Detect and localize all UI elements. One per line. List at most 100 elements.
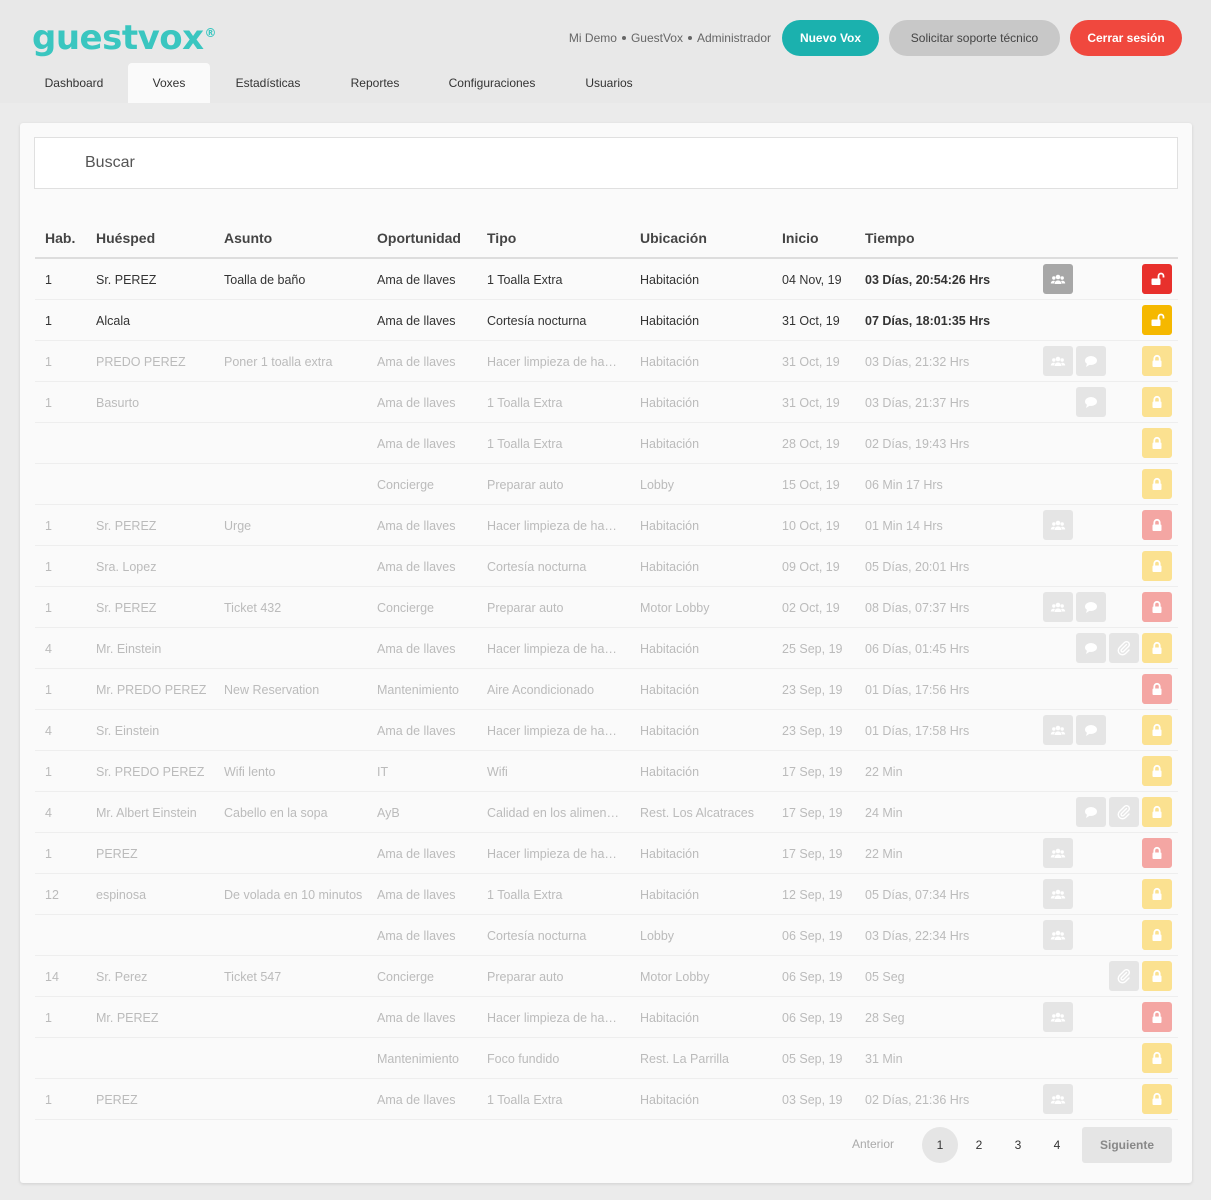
col-time[interactable]: Tiempo xyxy=(865,230,915,246)
tab-voxes[interactable]: Voxes xyxy=(128,63,210,103)
table-row[interactable]: 1 Sr. PEREZ Urge Ama de llaves Hacer limpiez… xyxy=(35,505,1178,546)
time-cell: 02 Días, 21:36 Hrs xyxy=(865,1093,970,1107)
table-row[interactable]: 1 Mr. PEREZ Ama de llaves Hacer limpieza de… xyxy=(35,997,1178,1038)
lock-icon[interactable] xyxy=(1142,510,1172,540)
tab-reportes[interactable]: Reportes xyxy=(326,63,424,103)
tab-estad-sticas[interactable]: Estadísticas xyxy=(210,63,326,103)
main-tabs: Dashboard Voxes Estadísticas Reportes Config… xyxy=(20,63,658,103)
type-cell: Hacer limpieza de habitación xyxy=(487,847,622,861)
lock-icon[interactable] xyxy=(1142,1002,1172,1032)
table-row[interactable]: 1 Mr. PREDO PEREZ New Reservation Mantenimi… xyxy=(35,669,1178,710)
lock-icon[interactable] xyxy=(1142,756,1172,786)
col-guest[interactable]: Huésped xyxy=(96,230,155,246)
new-vox-button[interactable]: Nuevo Vox xyxy=(782,20,879,56)
table-row[interactable]: 1 PEREZ Ama de llaves Hacer limpieza de hab… xyxy=(35,833,1178,874)
lock-icon[interactable] xyxy=(1142,551,1172,581)
group-icon[interactable] xyxy=(1043,715,1073,745)
time-cell: 08 Días, 07:37 Hrs xyxy=(865,601,970,615)
table-row[interactable]: 1 PEREZ Ama de llaves 1 Toalla Extra Habitac… xyxy=(35,1079,1178,1120)
table-row[interactable]: 14 Sr. Perez Ticket 547 Concierge Preparar a… xyxy=(35,956,1178,997)
table-row[interactable]: 12 espinosa De volada en 10 minutos Ama de … xyxy=(35,874,1178,915)
opportunity-cell: Concierge xyxy=(377,478,434,492)
table-row[interactable]: 1 Sr. PEREZ Toalla de baño Ama de llaves 1 T… xyxy=(35,259,1178,300)
lock-icon[interactable] xyxy=(1142,469,1172,499)
lock-icon[interactable] xyxy=(1142,346,1172,376)
lock-icon[interactable] xyxy=(1142,920,1172,950)
location-cell: Habitación xyxy=(640,1093,700,1107)
lock-icon[interactable] xyxy=(1142,1043,1172,1073)
lock-icon[interactable] xyxy=(1142,387,1172,417)
time-cell: 03 Días, 21:32 Hrs xyxy=(865,355,970,369)
lock-icon[interactable] xyxy=(1142,961,1172,991)
col-opportunity[interactable]: Oportunidad xyxy=(377,230,461,246)
comment-icon[interactable] xyxy=(1076,797,1106,827)
comment-icon[interactable] xyxy=(1076,715,1106,745)
lock-icon[interactable] xyxy=(1142,428,1172,458)
time-cell: 28 Seg xyxy=(865,1011,905,1025)
tab-dashboard[interactable]: Dashboard xyxy=(20,63,128,103)
unlock-icon[interactable] xyxy=(1142,305,1172,335)
table-row[interactable]: Ama de llaves Cortesía nocturna Lobby 06 Se… xyxy=(35,915,1178,956)
prev-page-button[interactable]: Anterior xyxy=(852,1137,894,1151)
lock-icon[interactable] xyxy=(1142,1084,1172,1114)
support-button[interactable]: Solicitar soporte técnico xyxy=(889,20,1060,56)
group-icon[interactable] xyxy=(1043,838,1073,868)
table-row[interactable]: 1 Sr. PEREZ Ticket 432 Concierge Preparar au… xyxy=(35,587,1178,628)
tab-usuarios[interactable]: Usuarios xyxy=(560,63,658,103)
attachment-icon[interactable] xyxy=(1109,633,1139,663)
comment-icon[interactable] xyxy=(1076,592,1106,622)
search-input[interactable] xyxy=(35,138,1177,188)
lock-icon[interactable] xyxy=(1142,838,1172,868)
table-row[interactable]: 1 Alcala Ama de llaves Cortesía nocturna Hab… xyxy=(35,300,1178,341)
lock-icon[interactable] xyxy=(1142,592,1172,622)
logout-button[interactable]: Cerrar sesión xyxy=(1070,20,1182,56)
lock-icon[interactable] xyxy=(1142,674,1172,704)
table-row[interactable]: 1 Sr. PREDO PEREZ Wifi lento IT Wifi Habitaci… xyxy=(35,751,1178,792)
col-type[interactable]: Tipo xyxy=(487,230,516,246)
guestvox-logo[interactable]: guestvox® xyxy=(32,18,217,58)
location-cell: Habitación xyxy=(640,847,700,861)
group-icon[interactable] xyxy=(1043,346,1073,376)
table-row[interactable]: Ama de llaves 1 Toalla Extra Habitación 28 … xyxy=(35,423,1178,464)
table-row[interactable]: 4 Mr. Einstein Ama de llaves Hacer limpieza… xyxy=(35,628,1178,669)
lock-icon[interactable] xyxy=(1142,633,1172,663)
table-row[interactable]: 1 PREDO PEREZ Poner 1 toalla extra Ama de l… xyxy=(35,341,1178,382)
type-cell: Aire Acondicionado xyxy=(487,683,595,697)
type-cell: Hacer limpieza de habitación xyxy=(487,724,622,738)
table-row[interactable]: 1 Basurto Ama de llaves 1 Toalla Extra Habit… xyxy=(35,382,1178,423)
start-cell: 12 Sep, 19 xyxy=(782,888,843,902)
comment-icon[interactable] xyxy=(1076,346,1106,376)
group-icon[interactable] xyxy=(1043,1084,1073,1114)
attachment-icon[interactable] xyxy=(1109,961,1139,991)
comment-icon[interactable] xyxy=(1076,633,1106,663)
table-row[interactable]: Concierge Preparar auto Lobby 15 Oct, 19 06 … xyxy=(35,464,1178,505)
hab-cell: 4 xyxy=(45,642,52,656)
table-row[interactable]: 1 Sra. Lopez Ama de llaves Cortesía nocturn… xyxy=(35,546,1178,587)
page-1-button[interactable]: 1 xyxy=(922,1127,958,1163)
group-icon[interactable] xyxy=(1043,879,1073,909)
lock-icon[interactable] xyxy=(1142,879,1172,909)
col-subject[interactable]: Asunto xyxy=(224,230,272,246)
col-location[interactable]: Ubicación xyxy=(640,230,707,246)
col-hab[interactable]: Hab. xyxy=(45,230,75,246)
attachment-icon[interactable] xyxy=(1109,797,1139,827)
group-icon[interactable] xyxy=(1043,1002,1073,1032)
group-icon[interactable] xyxy=(1043,264,1073,294)
table-row[interactable]: Mantenimiento Foco fundido Rest. La Parril… xyxy=(35,1038,1178,1079)
col-start[interactable]: Inicio xyxy=(782,230,819,246)
group-icon[interactable] xyxy=(1043,592,1073,622)
page-2-button[interactable]: 2 xyxy=(961,1127,997,1163)
table-row[interactable]: 4 Sr. Einstein Ama de llaves Hacer limpieza… xyxy=(35,710,1178,751)
table-row[interactable]: 4 Mr. Albert Einstein Cabello en la sopa Ay… xyxy=(35,792,1178,833)
page-4-button[interactable]: 4 xyxy=(1039,1127,1075,1163)
lock-icon[interactable] xyxy=(1142,715,1172,745)
tab-configuraciones[interactable]: Configuraciones xyxy=(424,63,560,103)
unlock-icon[interactable] xyxy=(1142,264,1172,294)
group-icon[interactable] xyxy=(1043,920,1073,950)
comment-icon[interactable] xyxy=(1076,387,1106,417)
next-page-button[interactable]: Siguiente xyxy=(1082,1127,1172,1163)
lock-icon[interactable] xyxy=(1142,797,1172,827)
subject-cell: Toalla de baño xyxy=(224,273,306,287)
group-icon[interactable] xyxy=(1043,510,1073,540)
page-3-button[interactable]: 3 xyxy=(1000,1127,1036,1163)
